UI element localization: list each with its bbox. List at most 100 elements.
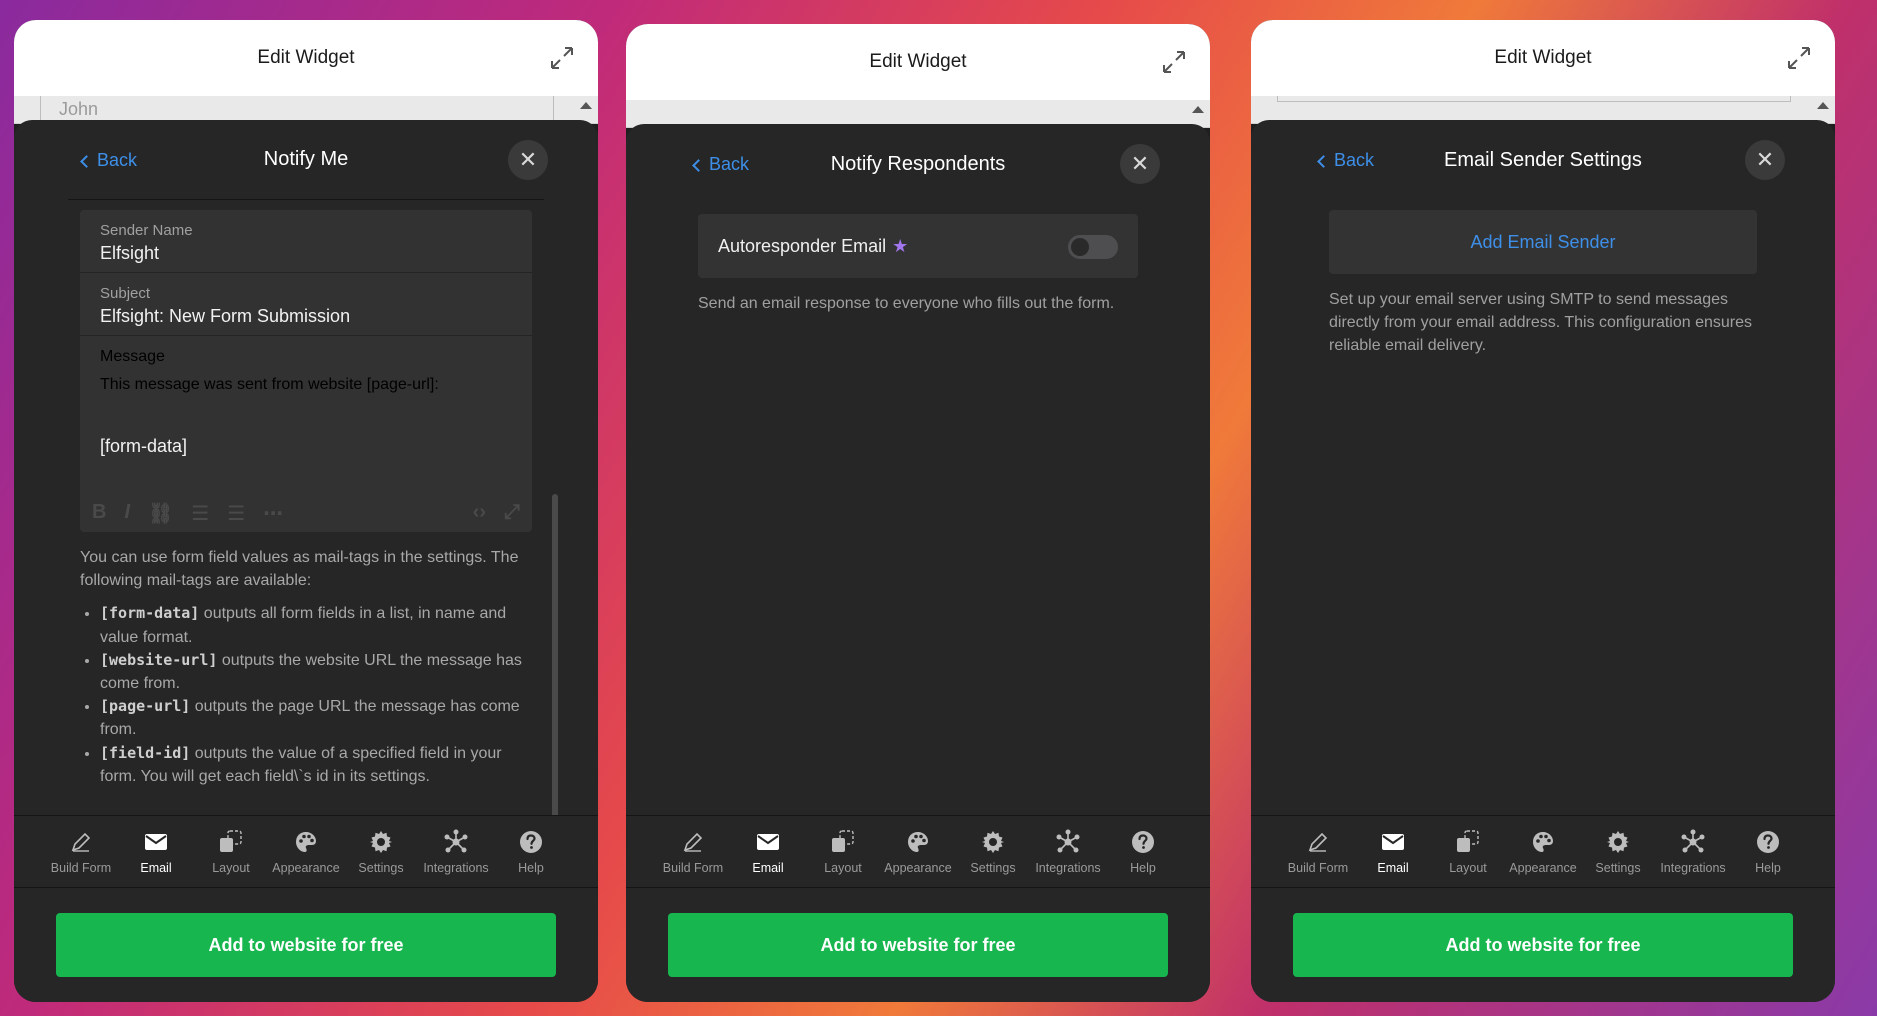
tab-label: Help bbox=[518, 860, 544, 875]
sheet-header: Back Notify Me ✕ bbox=[68, 120, 548, 200]
tab-label: Help bbox=[1130, 860, 1156, 875]
tab-help[interactable]: Help bbox=[494, 816, 569, 887]
editor-toolbar: B I ⛓ ☰ ☰ ⋯ ‹› ⤢ bbox=[92, 501, 520, 526]
sheet-header: Back Notify Respondents ✕ bbox=[680, 124, 1160, 204]
scroll-up-arrow-icon[interactable] bbox=[1817, 102, 1829, 109]
sender-name-label: Sender Name bbox=[100, 222, 193, 239]
gear-icon bbox=[1605, 829, 1631, 855]
footer: Add to website for free bbox=[14, 887, 598, 1002]
back-button[interactable]: Back bbox=[80, 150, 138, 171]
bullet-list-icon[interactable]: ☰ bbox=[227, 501, 245, 526]
back-button[interactable]: Back bbox=[692, 154, 750, 175]
close-button[interactable]: ✕ bbox=[508, 140, 548, 180]
tab-appearance[interactable]: Appearance bbox=[881, 816, 956, 887]
sheet-header: Back Email Sender Settings ✕ bbox=[1305, 120, 1785, 200]
close-button[interactable]: ✕ bbox=[1745, 140, 1785, 180]
bold-icon[interactable]: B bbox=[92, 501, 106, 526]
chevron-left-icon bbox=[692, 158, 705, 172]
more-icon[interactable]: ⋯ bbox=[263, 501, 283, 526]
tab-appearance[interactable]: Appearance bbox=[1506, 816, 1581, 887]
expand-icon[interactable] bbox=[1160, 48, 1188, 76]
tab-build-form[interactable]: Build Form bbox=[1281, 816, 1356, 887]
tab-integrations[interactable]: Integrations bbox=[1656, 816, 1731, 887]
message-line-1[interactable]: This message was sent from website [page… bbox=[100, 374, 512, 396]
scrollbar[interactable] bbox=[552, 494, 558, 854]
expand-icon[interactable] bbox=[1785, 44, 1813, 72]
tab-label: Layout bbox=[212, 860, 250, 875]
tab-email[interactable]: Email bbox=[731, 816, 806, 887]
tab-label: Settings bbox=[358, 860, 404, 875]
tab-bar: Build Form Email Layout Appearance Settings I… bbox=[1251, 815, 1835, 887]
palette-icon bbox=[1530, 829, 1556, 855]
tab-label: Layout bbox=[1449, 860, 1487, 875]
integrations-icon bbox=[1055, 829, 1081, 855]
layout-icon bbox=[830, 829, 856, 855]
scroll-up-arrow-icon[interactable] bbox=[580, 102, 592, 109]
fullscreen-icon[interactable]: ⤢ bbox=[504, 501, 520, 526]
list-item: [website-url] outputs the website URL th… bbox=[100, 649, 532, 695]
back-label: Back bbox=[1334, 150, 1375, 170]
tab-settings[interactable]: Settings bbox=[344, 816, 419, 887]
envelope-icon bbox=[143, 829, 169, 855]
code-icon[interactable]: ‹› bbox=[473, 501, 486, 526]
question-icon bbox=[518, 829, 544, 855]
tab-build-form[interactable]: Build Form bbox=[44, 816, 119, 887]
tab-settings[interactable]: Settings bbox=[1581, 816, 1656, 887]
list-item: [form-data] outputs all form fields in a… bbox=[100, 602, 532, 648]
back-label: Back bbox=[97, 150, 138, 170]
add-to-website-button[interactable]: Add to website for free bbox=[1293, 913, 1793, 977]
integrations-icon bbox=[1680, 829, 1706, 855]
envelope-icon bbox=[1380, 829, 1406, 855]
tab-bar: Build Form Email Layout Appearance Settings I… bbox=[14, 815, 598, 887]
palette-icon bbox=[293, 829, 319, 855]
tab-settings[interactable]: Settings bbox=[956, 816, 1031, 887]
message-field[interactable]: Message This message was sent from websi… bbox=[80, 336, 532, 532]
sender-name-value[interactable]: Elfsight bbox=[100, 243, 512, 264]
background-input[interactable] bbox=[1277, 96, 1791, 102]
add-to-website-button[interactable]: Add to website for free bbox=[56, 913, 556, 977]
gear-icon bbox=[980, 829, 1006, 855]
ordered-list-icon[interactable]: ☰ bbox=[191, 501, 209, 526]
settings-sheet: Back Notify Respondents ✕ Autoresponder … bbox=[626, 124, 1210, 1002]
window-title: Edit Widget bbox=[1494, 47, 1592, 68]
tab-build-form[interactable]: Build Form bbox=[656, 816, 731, 887]
scroll-up-arrow-icon[interactable] bbox=[1192, 106, 1204, 113]
tab-label: Email bbox=[752, 860, 784, 875]
mail-tags-list: [form-data] outputs all form fields in a… bbox=[100, 602, 532, 788]
tab-bar: Build Form Email Layout Appearance Settings I… bbox=[626, 815, 1210, 887]
subject-value[interactable]: Elfsight: New Form Submission bbox=[100, 306, 512, 327]
add-email-sender-button[interactable]: Add Email Sender bbox=[1329, 210, 1757, 274]
window-header: Edit Widget bbox=[1251, 20, 1835, 96]
tab-label: Build Form bbox=[1287, 860, 1349, 875]
tab-integrations[interactable]: Integrations bbox=[419, 816, 494, 887]
back-label: Back bbox=[709, 154, 750, 174]
sheet-title: Email Sender Settings bbox=[1444, 148, 1642, 171]
tab-help[interactable]: Help bbox=[1106, 816, 1181, 887]
sender-name-field[interactable]: Sender Name Elfsight bbox=[80, 210, 532, 273]
tab-layout[interactable]: Layout bbox=[1431, 816, 1506, 887]
tab-layout[interactable]: Layout bbox=[806, 816, 881, 887]
close-icon: ✕ bbox=[1755, 147, 1775, 172]
autoresponder-toggle[interactable] bbox=[1068, 235, 1118, 259]
tab-email[interactable]: Email bbox=[119, 816, 194, 887]
tab-layout[interactable]: Layout bbox=[194, 816, 269, 887]
tab-email[interactable]: Email bbox=[1356, 816, 1431, 887]
tab-appearance[interactable]: Appearance bbox=[269, 816, 344, 887]
add-to-website-button[interactable]: Add to website for free bbox=[668, 913, 1168, 977]
back-button[interactable]: Back bbox=[1317, 150, 1375, 171]
message-label: Message bbox=[100, 348, 165, 365]
pencil-icon bbox=[680, 829, 706, 855]
message-line-2[interactable]: [form-data] bbox=[100, 436, 512, 457]
tab-help[interactable]: Help bbox=[1731, 816, 1806, 887]
link-icon[interactable]: ⛓ bbox=[148, 501, 173, 526]
tab-integrations[interactable]: Integrations bbox=[1031, 816, 1106, 887]
tab-label: Integrations bbox=[423, 860, 489, 875]
close-icon: ✕ bbox=[518, 147, 538, 172]
italic-icon[interactable]: I bbox=[124, 501, 130, 526]
expand-icon[interactable] bbox=[548, 44, 576, 72]
sheet-title: Notify Me bbox=[263, 148, 349, 170]
subject-field[interactable]: Subject Elfsight: New Form Submission bbox=[80, 273, 532, 336]
pencil-icon bbox=[68, 829, 94, 855]
close-button[interactable]: ✕ bbox=[1120, 144, 1160, 184]
close-icon: ✕ bbox=[1130, 151, 1150, 176]
